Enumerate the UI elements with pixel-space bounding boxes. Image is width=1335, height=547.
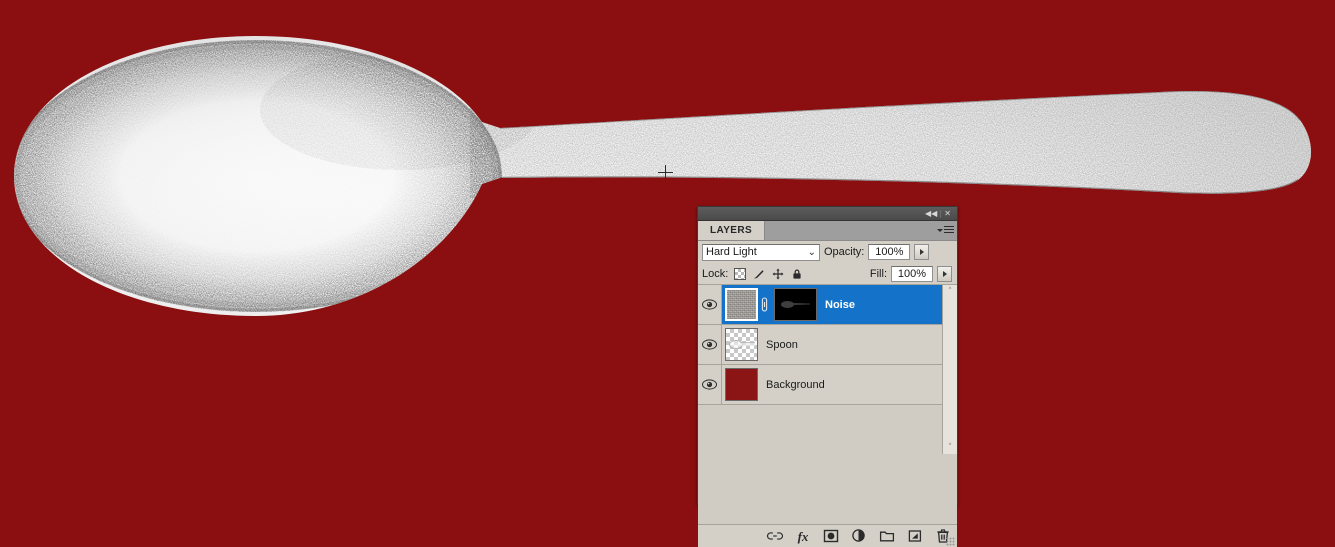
layer-thumbnail-noise[interactable] <box>725 288 758 321</box>
layer-name: Noise <box>825 298 855 311</box>
blend-mode-value: Hard Light <box>706 246 757 258</box>
tab-layers-label: LAYERS <box>710 225 753 236</box>
scroll-up-icon[interactable]: ˄ <box>944 285 957 298</box>
thumb-spoon-handle-shape <box>740 342 755 346</box>
eye-icon[interactable] <box>702 339 717 350</box>
collapse-panel-button[interactable]: ◀◀ <box>922 209 940 218</box>
layer-list-scrollbar[interactable]: ˄ ˅ <box>942 285 957 454</box>
mask-link-icon[interactable] <box>760 297 769 312</box>
layer-visibility-cell[interactable] <box>698 325 722 364</box>
adjustment-layer-button[interactable] <box>851 528 867 544</box>
tab-filler <box>765 221 939 240</box>
opacity-label: Opacity: <box>824 246 865 258</box>
layer-list-empty-area <box>698 454 957 525</box>
layer-mask-thumbnail[interactable] <box>774 288 817 321</box>
lock-icon-group <box>734 267 803 280</box>
layer-thumbnail-background[interactable] <box>725 368 758 401</box>
close-panel-button[interactable]: ✕ <box>941 209 954 218</box>
new-group-button[interactable] <box>879 528 895 544</box>
spoon-artwork <box>0 0 1335 523</box>
panel-menu-button[interactable] <box>937 221 957 240</box>
panel-menu-triangle-icon <box>937 228 943 232</box>
lock-label: Lock: <box>702 267 729 280</box>
add-layer-mask-button[interactable] <box>823 528 839 544</box>
layer-style-button[interactable]: fx <box>795 528 811 544</box>
triangle-right-icon <box>942 270 947 277</box>
panel-menu-lines-icon <box>944 226 954 235</box>
lock-position-icon[interactable] <box>772 268 784 280</box>
opacity-input[interactable]: 100% <box>868 244 911 260</box>
triangle-right-icon <box>919 249 924 255</box>
panel-resize-grip[interactable] <box>946 537 955 546</box>
eye-icon[interactable] <box>702 299 717 310</box>
layer-thumbnail-spoon[interactable] <box>725 328 758 361</box>
fill-input[interactable]: 100% <box>891 265 933 282</box>
tab-layers[interactable]: LAYERS <box>698 221 766 240</box>
panel-tab-row: LAYERS <box>698 221 957 241</box>
lock-transparent-pixels-icon[interactable] <box>734 267 747 280</box>
photoshop-canvas[interactable] <box>0 0 1335 523</box>
lock-image-pixels-icon[interactable] <box>753 268 765 280</box>
scroll-down-icon[interactable]: ˅ <box>944 441 957 454</box>
link-layers-button[interactable] <box>767 528 783 544</box>
panel-bottom-toolbar: fx <box>698 525 957 547</box>
blend-mode-row: Hard Light ⌄ Opacity: 100% <box>698 241 957 263</box>
chevron-down-icon: ⌄ <box>807 246 816 258</box>
opacity-slider-button[interactable] <box>914 244 930 260</box>
layer-name: Background <box>766 378 825 391</box>
layer-row[interactable]: Noise <box>698 285 942 325</box>
layer-name: Spoon <box>766 338 798 351</box>
layer-visibility-cell[interactable] <box>698 365 722 404</box>
mask-spoon-handle-shape <box>793 303 810 305</box>
panel-titlebar: ◀◀ ✕ <box>698 207 957 221</box>
eye-icon[interactable] <box>702 379 717 390</box>
fill-label: Fill: <box>869 267 887 280</box>
fx-glyph: fx <box>797 528 809 544</box>
layer-list[interactable]: Noise Spoon Background ˄ ˅ <box>698 285 957 454</box>
layers-panel[interactable]: ◀◀ ✕ LAYERS Hard Light ⌄ Opacity: 100% L… <box>697 206 958 547</box>
lock-all-icon[interactable] <box>791 268 803 280</box>
fill-slider-button[interactable] <box>937 265 952 282</box>
layer-row[interactable]: Spoon <box>698 325 942 365</box>
blend-mode-select[interactable]: Hard Light ⌄ <box>702 243 820 261</box>
fill-group: Fill: 100% <box>869 265 953 282</box>
layer-row[interactable]: Background <box>698 365 942 405</box>
layer-visibility-cell[interactable] <box>698 285 722 324</box>
lock-row: Lock: Fill: 100% <box>698 263 957 285</box>
new-layer-button[interactable] <box>907 528 923 544</box>
